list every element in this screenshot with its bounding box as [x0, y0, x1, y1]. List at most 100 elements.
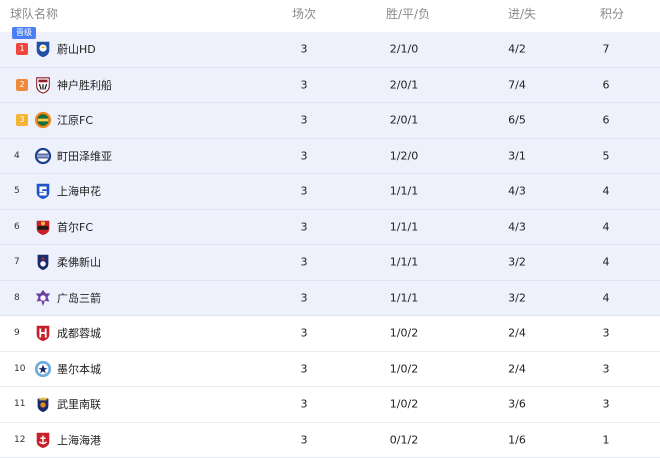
rank-badge: 1 [16, 43, 28, 56]
rank-badge: 9 [14, 328, 20, 339]
points-cell: 4 [602, 220, 610, 234]
team-name[interactable]: 柔佛新山 [57, 254, 101, 270]
points-cell: 5 [602, 149, 610, 163]
rank-badge: 10 [14, 363, 26, 374]
machida-crest-icon [34, 147, 52, 165]
goals-cell: 1/6 [508, 433, 526, 447]
wdl-cell: 0/1/2 [389, 433, 419, 447]
table-header: 球队名称 场次 胜/平/负 进/失 积分 [0, 0, 660, 27]
goals-cell: 3/2 [508, 291, 526, 305]
played-cell: 3 [300, 220, 308, 234]
table-row[interactable]: 6 首尔FC 3 1/1/1 4/3 4 [0, 209, 660, 245]
table-row[interactable]: 2 神户胜利船 3 2/0/1 7/4 6 [0, 67, 660, 103]
team-name[interactable]: 上海海港 [57, 432, 101, 448]
goals-cell: 7/4 [508, 78, 526, 92]
team-name[interactable]: 武里南联 [57, 396, 101, 412]
table-row[interactable]: 12 上海海港 3 0/1/2 1/6 1 [0, 423, 660, 458]
table-row[interactable]: 8 广岛三箭 3 1/1/1 3/2 4 [0, 280, 660, 316]
played-cell: 3 [300, 433, 308, 447]
table-row[interactable]: 1 蔚山HD 3 2/1/0 4/2 7 [0, 32, 660, 68]
goals-cell: 6/5 [508, 113, 526, 127]
played-cell: 3 [300, 397, 308, 411]
played-cell: 3 [300, 149, 308, 163]
points-cell: 1 [602, 433, 610, 447]
rank-badge: 12 [14, 434, 26, 445]
played-cell: 3 [300, 42, 308, 56]
team-name[interactable]: 町田泽维亚 [57, 148, 112, 164]
rank-badge: 8 [14, 292, 20, 303]
points-cell: 4 [602, 184, 610, 198]
wdl-cell: 1/0/2 [389, 362, 419, 376]
points-cell: 3 [602, 326, 610, 340]
points-cell: 4 [602, 255, 610, 269]
played-cell: 3 [300, 291, 308, 305]
buriram-crest-icon [34, 395, 52, 413]
rank-badge: 7 [14, 257, 20, 268]
points-cell: 6 [602, 113, 610, 127]
rank-badge: 2 [16, 78, 28, 91]
goals-cell: 4/3 [508, 184, 526, 198]
table-row[interactable]: 7 柔佛新山 3 1/1/1 3/2 4 [0, 245, 660, 281]
wdl-cell: 1/0/2 [389, 326, 419, 340]
promotion-tag: 晋级 [12, 27, 36, 39]
wdl-cell: 1/1/1 [389, 255, 419, 269]
goals-cell: 2/4 [508, 362, 526, 376]
kobe-crest-icon [34, 76, 52, 94]
points-cell: 4 [602, 291, 610, 305]
wdl-cell: 1/1/1 [389, 184, 419, 198]
goals-cell: 2/4 [508, 326, 526, 340]
wdl-cell: 2/0/1 [389, 78, 419, 92]
shenhua-crest-icon [34, 182, 52, 200]
played-cell: 3 [300, 255, 308, 269]
played-cell: 3 [300, 78, 308, 92]
table-row[interactable]: 4 町田泽维亚 3 1/2/0 3/1 5 [0, 138, 660, 174]
header-wdl: 胜/平/负 [386, 7, 431, 21]
header-goals: 进/失 [508, 7, 537, 21]
header-team: 球队名称 [10, 7, 59, 21]
port-crest-icon [34, 431, 52, 449]
table-row[interactable]: 5 上海申花 3 1/1/1 4/3 4 [0, 174, 660, 210]
played-cell: 3 [300, 362, 308, 376]
team-name[interactable]: 成都蓉城 [57, 325, 101, 341]
wdl-cell: 1/2/0 [389, 149, 419, 163]
team-name[interactable]: 墨尔本城 [57, 361, 101, 377]
hiroshima-crest-icon [34, 289, 52, 307]
points-cell: 6 [602, 78, 610, 92]
chengdu-crest-icon [34, 324, 52, 342]
header-points: 积分 [600, 7, 625, 21]
team-name[interactable]: 首尔FC [57, 219, 93, 235]
team-name[interactable]: 江原FC [57, 112, 93, 128]
goals-cell: 4/2 [508, 42, 526, 56]
goals-cell: 3/1 [508, 149, 526, 163]
wdl-cell: 1/0/2 [389, 397, 419, 411]
rank-badge: 3 [16, 114, 28, 127]
team-name[interactable]: 上海申花 [57, 183, 101, 199]
header-played: 场次 [292, 7, 317, 21]
standings-table: 球队名称 场次 胜/平/负 进/失 积分 晋级 1 蔚山HD 3 2/1/0 4/2 7 2… [0, 0, 660, 458]
johor-crest-icon [34, 253, 52, 271]
goals-cell: 3/2 [508, 255, 526, 269]
team-name[interactable]: 广岛三箭 [57, 290, 101, 306]
table-row[interactable]: 10 墨尔本城 3 1/0/2 2/4 3 [0, 352, 660, 387]
team-name[interactable]: 神户胜利船 [57, 77, 112, 93]
wdl-cell: 1/1/1 [389, 291, 419, 305]
points-cell: 7 [602, 42, 610, 56]
goals-cell: 3/6 [508, 397, 526, 411]
points-cell: 3 [602, 362, 610, 376]
played-cell: 3 [300, 326, 308, 340]
team-name[interactable]: 蔚山HD [57, 41, 96, 57]
seoul-crest-icon [34, 218, 52, 236]
rank-badge: 6 [14, 221, 20, 232]
played-cell: 3 [300, 113, 308, 127]
goals-cell: 4/3 [508, 220, 526, 234]
table-row[interactable]: 9 成都蓉城 3 1/0/2 2/4 3 [0, 316, 660, 352]
played-cell: 3 [300, 184, 308, 198]
table-row[interactable]: 11 武里南联 3 1/0/2 3/6 3 [0, 387, 660, 423]
melbourne-crest-icon [34, 360, 52, 378]
wdl-cell: 2/1/0 [389, 42, 419, 56]
wdl-cell: 2/0/1 [389, 113, 419, 127]
gangwon-crest-icon [34, 111, 52, 129]
table-row[interactable]: 3 江原FC 3 2/0/1 6/5 6 [0, 103, 660, 139]
wdl-cell: 1/1/1 [389, 220, 419, 234]
ulsan-crest-icon [34, 40, 52, 58]
